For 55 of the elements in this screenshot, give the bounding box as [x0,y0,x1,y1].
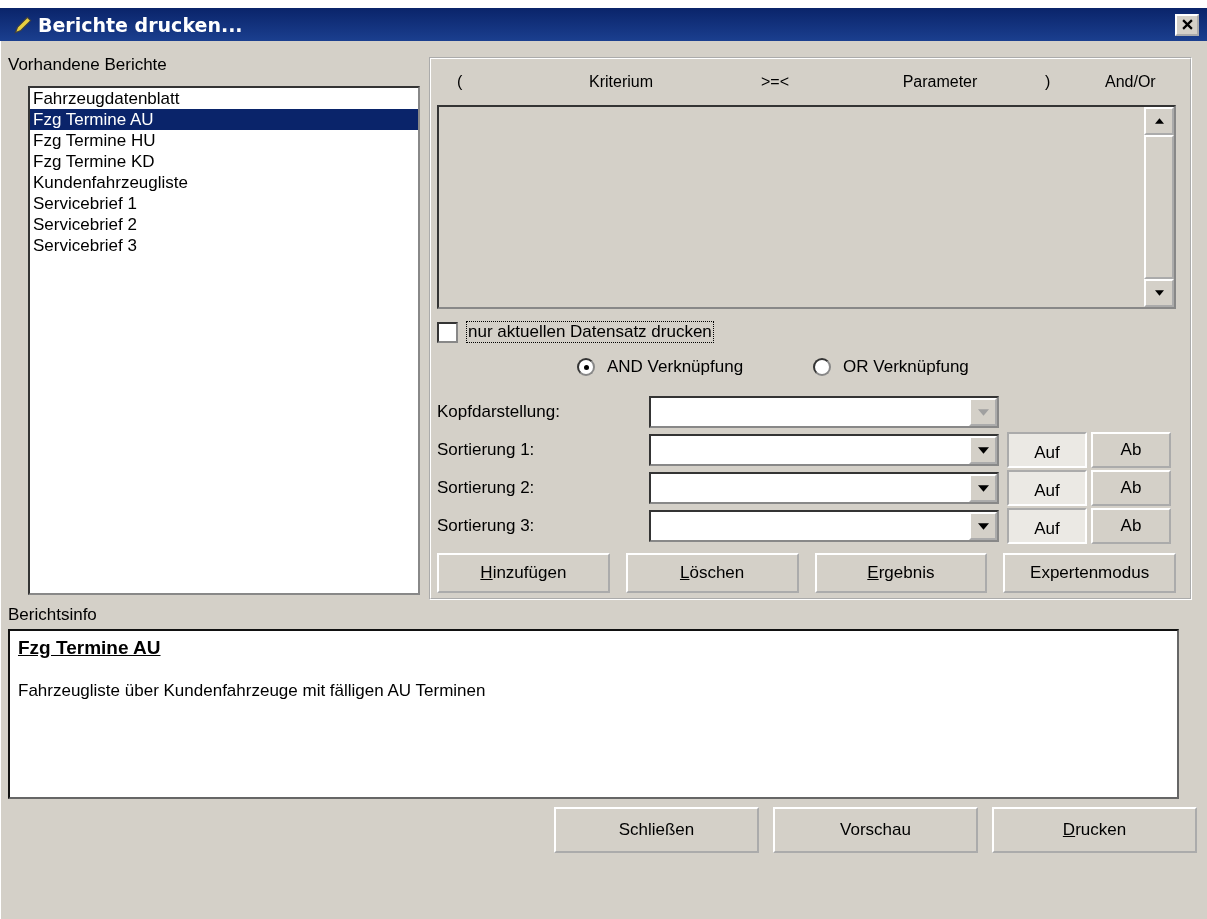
report-item[interactable]: Kundenfahrzeugliste [30,172,418,193]
report-item[interactable]: Fzg Termine HU [30,130,418,151]
report-item[interactable]: Servicebrief 1 [30,193,418,214]
report-description: Fahrzeugliste über Kundenfahrzeuge mit fälligen AU Terminen [18,681,487,701]
field-label: Sortierung 1: [437,440,536,460]
info-label: Berichtsinfo [8,605,98,626]
scroll-up-button[interactable] [1144,107,1174,135]
dropdown-field[interactable] [649,472,999,504]
column-header: Kriterium [588,73,654,91]
sort-order-button[interactable]: Ab [1091,470,1171,506]
dialog-button[interactable]: Vorschau [773,807,978,853]
pencil-icon [12,13,34,36]
dropdown-field[interactable] [649,510,999,542]
sort-order-button[interactable]: Auf [1007,470,1087,506]
action-button[interactable]: Ergebnis [814,553,988,593]
action-button[interactable]: Hinzufügen [437,553,610,593]
report-title: Fzg Termine AU [18,637,162,659]
scrollbar[interactable] [1144,107,1174,307]
scroll-down-button[interactable] [1144,279,1174,307]
dropdown-field[interactable] [649,396,999,428]
dialog-button[interactable]: Drucken [992,807,1197,853]
close-icon[interactable] [1181,19,1193,30]
column-header: >=< [760,73,790,91]
radio-label[interactable]: OR Verknüpfung [843,357,969,377]
field-label: Sortierung 3: [437,516,536,536]
sort-order-button[interactable]: Ab [1091,432,1171,468]
window-title: Berichte drucken... [38,13,244,36]
radio-button[interactable] [813,358,832,376]
radio-button[interactable] [577,358,595,376]
field-label: Sortierung 2: [437,478,536,498]
sort-order-button[interactable]: Auf [1007,432,1087,468]
up-arrow-icon[interactable] [1154,118,1164,124]
action-button[interactable]: Löschen [625,553,799,593]
action-button[interactable]: Expertenmodus [1003,553,1176,593]
list-label: Vorhandene Berichte [8,55,168,76]
close-button[interactable] [1175,13,1199,36]
sort-order-button[interactable]: Auf [1007,508,1087,544]
report-item[interactable]: Servicebrief 2 [30,214,418,235]
dialog-button[interactable]: Schließen [554,807,759,853]
column-header: Parameter [901,73,979,91]
field-label: Kopfdarstellung: [437,402,561,422]
checkbox-label[interactable]: nur aktuellen Datensatz drucken [466,321,714,343]
radio-label[interactable]: AND Verknüpfung [607,357,744,377]
column-header: ) [1045,73,1052,91]
report-item[interactable]: Fzg Termine AU [30,109,418,130]
checkbox[interactable] [437,321,458,343]
column-header: And/Or [1105,73,1157,91]
report-item[interactable]: Fahrzeugdatenblatt [30,88,418,109]
sort-order-button[interactable]: Ab [1091,508,1171,544]
down-arrow-icon[interactable] [1154,290,1164,296]
report-item[interactable]: Servicebrief 3 [30,235,418,256]
report-item[interactable]: Fzg Termine KD [30,151,418,172]
scroll-thumb[interactable] [1144,135,1174,279]
dropdown-field[interactable] [649,434,999,466]
column-header: ( [457,73,464,91]
